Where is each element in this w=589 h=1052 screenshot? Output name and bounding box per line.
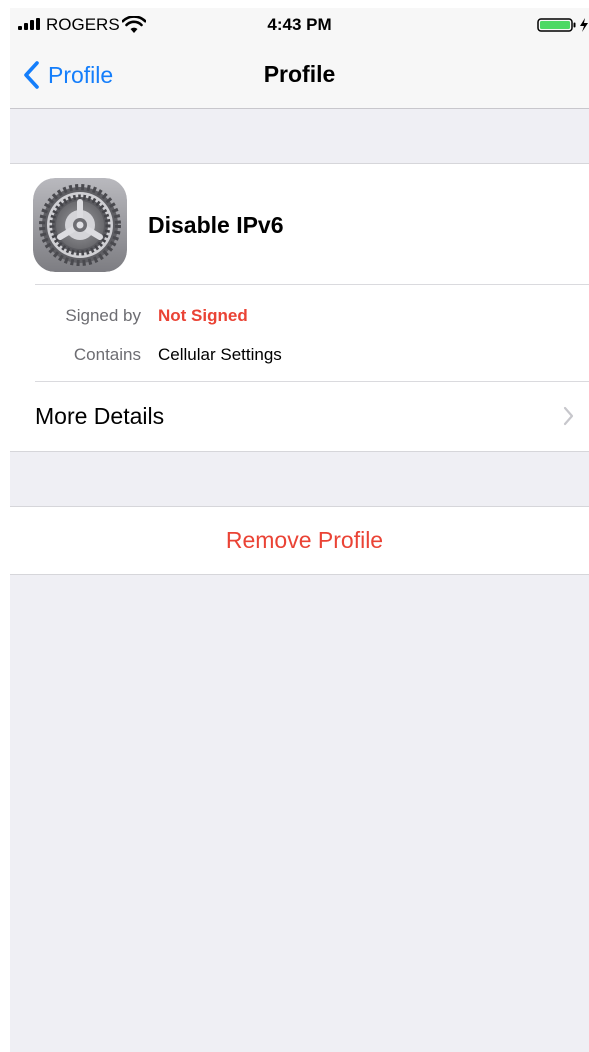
- page-title: Profile: [263, 61, 336, 87]
- contains-label: Contains: [73, 345, 141, 364]
- settings-screen: ROGERS 4:43 PM Profile Profile Disable I…: [10, 8, 589, 1052]
- more-details-label: More Details: [35, 403, 165, 429]
- remove-profile-label: Remove Profile: [225, 527, 384, 553]
- battery-charging-icon: [537, 18, 588, 32]
- more-details-row[interactable]: More Details: [10, 382, 589, 451]
- status-bar: ROGERS 4:43 PM: [10, 8, 589, 42]
- divider: [35, 284, 589, 285]
- profile-name: Disable IPv6: [148, 212, 284, 238]
- profile-card: Disable IPv6 Signed by Not Signed Contai…: [10, 163, 589, 452]
- settings-gear-icon: [33, 178, 127, 272]
- navigation-bar: Profile Profile: [10, 42, 589, 109]
- status-time: 4:43 PM: [267, 15, 332, 34]
- remove-profile-button[interactable]: Remove Profile: [10, 506, 589, 575]
- chevron-right-icon: [563, 406, 574, 426]
- signed-by-value: Not Signed: [158, 306, 248, 325]
- contains-value: Cellular Settings: [158, 345, 282, 364]
- signed-by-label: Signed by: [65, 306, 141, 325]
